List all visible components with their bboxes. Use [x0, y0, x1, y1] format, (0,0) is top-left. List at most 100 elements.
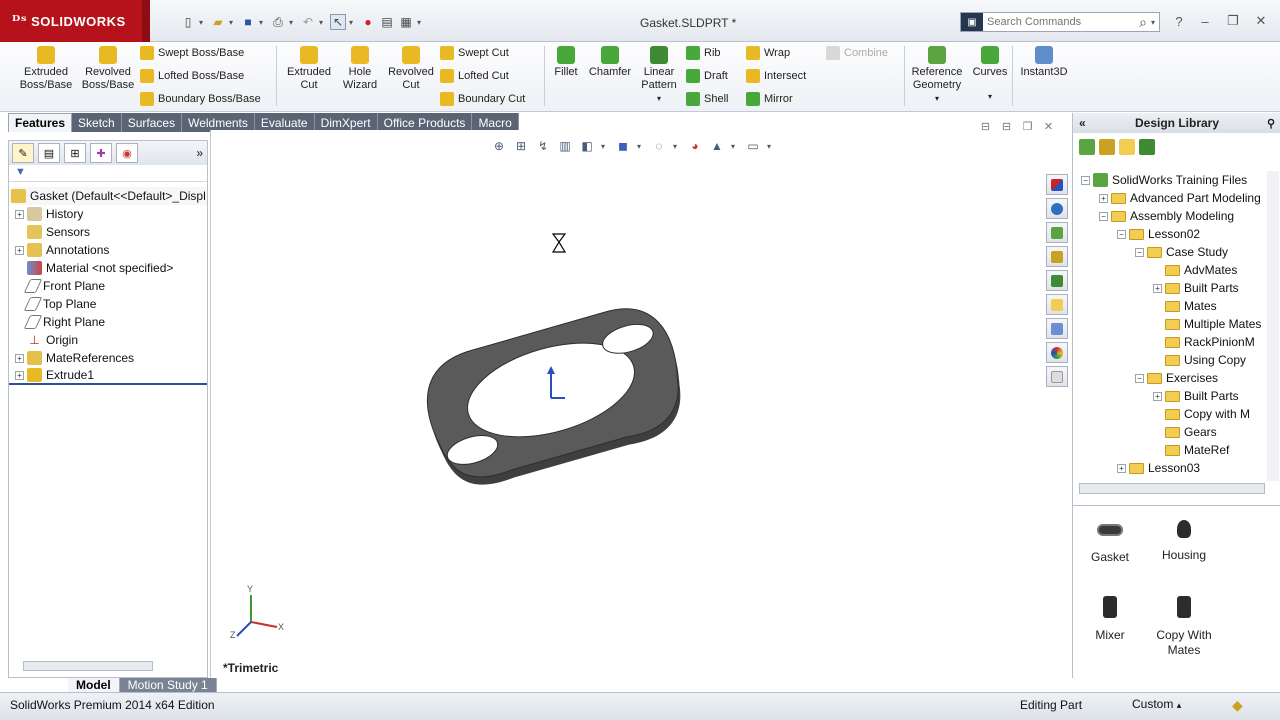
- library-item[interactable]: + Advanced Part Modeling: [1081, 189, 1267, 207]
- expand-icon[interactable]: +: [15, 209, 24, 219]
- tree-item-matereferences[interactable]: + MateReferences: [9, 349, 207, 367]
- tree-item-top-plane[interactable]: Top Plane: [9, 295, 207, 313]
- revolved-boss-button[interactable]: Revolved Boss/Base: [80, 46, 136, 92]
- library-part-housing[interactable]: Housing: [1139, 520, 1229, 563]
- reference-geometry-button[interactable]: Reference Geometry ▾: [908, 46, 966, 105]
- pin-icon[interactable]: ⚲: [1267, 117, 1275, 130]
- tree-item-material[interactable]: Material <not specified>: [9, 259, 207, 277]
- rebuild-traffic-light-icon[interactable]: ●: [360, 14, 376, 30]
- intersect-button[interactable]: Intersect: [746, 67, 806, 85]
- design-library-tab[interactable]: [1046, 198, 1068, 219]
- library-item[interactable]: − SolidWorks Training Files: [1081, 171, 1267, 189]
- part-model[interactable]: Y X Z: [211, 130, 1071, 678]
- expand-icon[interactable]: +: [15, 245, 24, 255]
- shell-button[interactable]: Shell: [686, 90, 728, 108]
- fillet-button[interactable]: Fillet: [548, 46, 584, 79]
- configuration-manager-tab-icon[interactable]: ⊞: [64, 143, 86, 163]
- new-document-icon[interactable]: ▯: [180, 14, 196, 30]
- tree-item-annotations[interactable]: + Annotations: [9, 241, 207, 259]
- curves-button[interactable]: Curves ▾: [970, 46, 1010, 103]
- search-commands[interactable]: ▣ ⌕ ▾: [960, 12, 1160, 32]
- scenes-tab[interactable]: [1046, 342, 1068, 363]
- expand-icon[interactable]: +: [1099, 193, 1108, 203]
- custom-properties-tab[interactable]: [1046, 366, 1068, 387]
- tab-features[interactable]: Features: [8, 113, 73, 132]
- collapse-icon[interactable]: −: [1117, 229, 1126, 239]
- library-item[interactable]: − Assembly Modeling: [1081, 207, 1267, 225]
- library-item[interactable]: Gears: [1081, 423, 1267, 441]
- expand-icon[interactable]: +: [1117, 463, 1126, 473]
- collapse-icon[interactable]: −: [1081, 175, 1090, 185]
- library-item[interactable]: − Case Study: [1081, 243, 1267, 261]
- feature-manager-tab-icon[interactable]: ✎: [12, 143, 34, 163]
- solidworks-logo[interactable]: ᴰˢ SOLIDWORKS: [0, 0, 150, 42]
- linear-pattern-dropdown-icon[interactable]: ▾: [657, 92, 661, 105]
- tree-item-sensors[interactable]: Sensors: [9, 223, 207, 241]
- extruded-boss-button[interactable]: Extruded Boss/Base: [18, 46, 74, 92]
- view-palette-tab[interactable]: [1046, 270, 1068, 291]
- curves-dropdown-icon[interactable]: ▾: [988, 90, 992, 103]
- expand-icon[interactable]: +: [1153, 283, 1162, 293]
- create-new-folder-icon[interactable]: [1119, 139, 1135, 155]
- open-folder-icon[interactable]: ▰: [210, 14, 226, 30]
- library-item[interactable]: Multiple Mates: [1081, 315, 1267, 333]
- tab-surfaces[interactable]: Surfaces: [121, 113, 183, 132]
- add-file-location-icon[interactable]: [1099, 139, 1115, 155]
- expand-icon[interactable]: +: [15, 353, 24, 363]
- revolved-cut-button[interactable]: Revolved Cut: [386, 46, 436, 92]
- library-item[interactable]: Copy with M: [1081, 405, 1267, 423]
- tag-icon[interactable]: ◆: [1232, 697, 1243, 714]
- library-item[interactable]: + Lesson03: [1081, 459, 1267, 477]
- restore-icon[interactable]: ❐: [1224, 12, 1242, 30]
- collapse-icon[interactable]: −: [1135, 373, 1144, 383]
- swept-cut-button[interactable]: Swept Cut: [440, 44, 525, 62]
- print-icon[interactable]: ⎙: [270, 14, 286, 30]
- library-item[interactable]: Using Copy: [1081, 351, 1267, 369]
- close-icon[interactable]: ✕: [1252, 12, 1270, 30]
- library-item[interactable]: + Built Parts: [1081, 387, 1267, 405]
- expand-panel-icon[interactable]: »: [196, 146, 203, 160]
- feature-tree-root[interactable]: Gasket (Default<<Default>_Displ: [9, 187, 207, 205]
- tree-item-origin[interactable]: ⊥ Origin: [9, 331, 207, 349]
- mirror-button[interactable]: Mirror: [746, 90, 806, 108]
- options-icon[interactable]: ▦: [398, 14, 414, 30]
- lofted-cut-button[interactable]: Lofted Cut: [440, 67, 525, 85]
- collapse-icon[interactable]: −: [1099, 211, 1108, 221]
- search-dropdown-icon[interactable]: ▾: [1151, 18, 1159, 27]
- select-cursor-icon[interactable]: ↖: [330, 14, 346, 30]
- search-icon[interactable]: ⌕: [1139, 14, 1147, 31]
- swept-boss-button[interactable]: Swept Boss/Base: [140, 44, 261, 62]
- tab-sketch[interactable]: Sketch: [72, 113, 122, 132]
- undo-icon[interactable]: ↶: [300, 14, 316, 30]
- library-item[interactable]: − Lesson02: [1081, 225, 1267, 243]
- library-item[interactable]: RackPinionM: [1081, 333, 1267, 351]
- collapse-icon[interactable]: −: [1135, 247, 1144, 257]
- folder-tab[interactable]: [1046, 294, 1068, 315]
- property-manager-tab-icon[interactable]: ▤: [38, 143, 60, 163]
- add-to-library-icon[interactable]: [1079, 139, 1095, 155]
- instant3d-button[interactable]: Instant3D: [1016, 46, 1072, 79]
- draft-button[interactable]: Draft: [686, 67, 728, 85]
- display-manager-tab-icon[interactable]: ◉: [116, 143, 138, 163]
- reference-geometry-dropdown-icon[interactable]: ▾: [935, 92, 939, 105]
- file-properties-icon[interactable]: ▤: [379, 14, 395, 30]
- tree-item-history[interactable]: + History: [9, 205, 207, 223]
- tree-item-front-plane[interactable]: Front Plane: [9, 277, 207, 295]
- refresh-icon[interactable]: [1139, 139, 1155, 155]
- solidworks-resources-tab[interactable]: [1046, 174, 1068, 195]
- minimize-icon[interactable]: –: [1196, 12, 1214, 30]
- boundary-cut-button[interactable]: Boundary Cut: [440, 90, 525, 108]
- hole-wizard-button[interactable]: Hole Wizard: [336, 46, 384, 92]
- wrap-button[interactable]: Wrap: [746, 44, 806, 62]
- graphics-area[interactable]: ⊕ ⊞ ↯ ▥ ◧ ▾ ◼ ▾ ◌ ▾ ◕ ▲ ▾ ▭ ▾ ⊟ ⊟ ❐ ✕ Y …: [210, 121, 1071, 678]
- tree-item-right-plane[interactable]: Right Plane: [9, 313, 207, 331]
- tab-model[interactable]: Model: [68, 678, 120, 692]
- boundary-boss-button[interactable]: Boundary Boss/Base: [140, 90, 261, 108]
- tree-item-extrude1[interactable]: + Extrude1: [9, 367, 207, 385]
- help-icon[interactable]: ?: [1170, 12, 1188, 30]
- appearances-tab[interactable]: [1046, 318, 1068, 339]
- tab-scroll-arrows[interactable]: [8, 678, 68, 692]
- library-item[interactable]: MateRef: [1081, 441, 1267, 459]
- expand-icon[interactable]: +: [15, 370, 24, 380]
- tab-motion-study-1[interactable]: Motion Study 1: [119, 678, 217, 692]
